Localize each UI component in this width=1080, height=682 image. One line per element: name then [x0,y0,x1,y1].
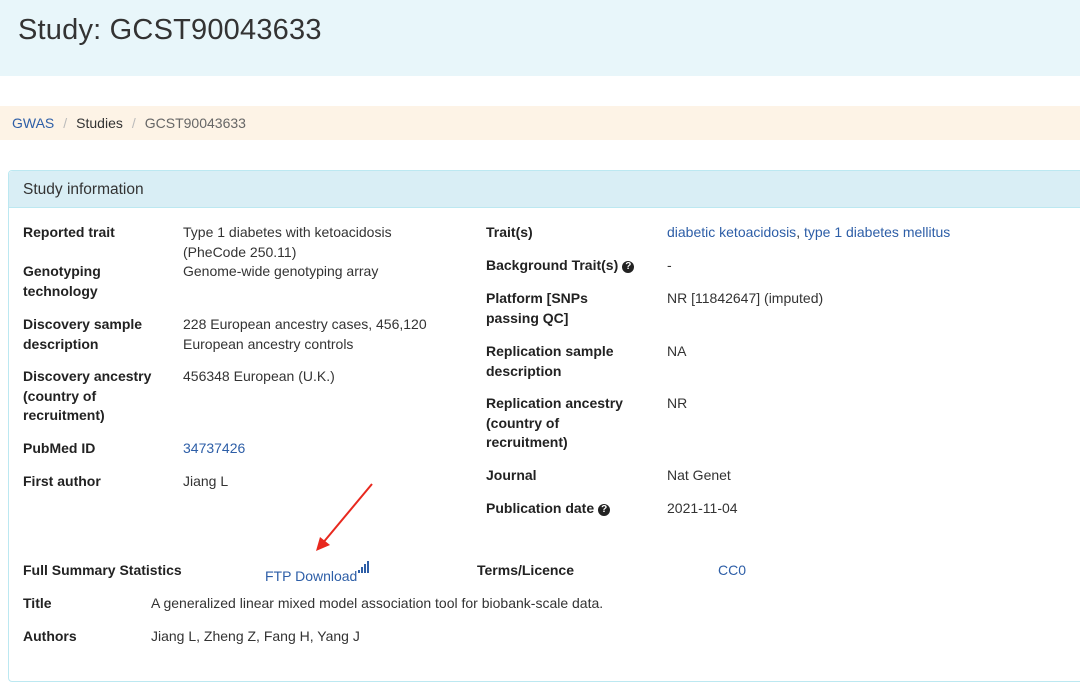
journal-value: Nat Genet [667,467,731,483]
question-circle-icon[interactable]: ? [622,261,635,273]
page-header: Study: GCST90043633 [0,0,1080,76]
genotyping-label-line2: technology [23,282,98,299]
breadcrumb-current: GCST90043633 [144,115,246,131]
breadcrumb-separator: / [63,115,68,131]
discovery-ancestry-label-line3: recruitment) [23,407,105,423]
reported-trait-value-line1: Type 1 diabetes with ketoacidosis [183,224,392,240]
traits-label: Trait(s) [486,224,533,240]
discovery-ancestry-value: 456348 European (U.K.) [183,368,335,384]
page-title: Study: GCST90043633 [18,14,322,46]
replication-sample-label: Replication sample description [486,342,614,381]
platform-label-line1: Platform [SNPs [486,290,588,306]
genotyping-label-line1: Genotyping [23,263,101,279]
replication-sample-label-line1: Replication sample [486,343,614,359]
background-traits-value: - [667,257,672,273]
signal-bars-icon [358,561,370,573]
title-value: A generalized linear mixed model associa… [151,595,604,611]
discovery-ancestry-label-line2: (country of [23,387,97,404]
platform-value: NR [11842647] (imputed) [667,290,824,306]
replication-ancestry-label-line2: (country of [486,414,560,431]
ftp-download-link[interactable]: FTP Download [265,568,357,584]
discovery-sample-value-line1: 228 European ancestry cases, 456,120 [183,316,427,332]
reported-trait-value: Type 1 diabetes with ketoacidosis (PheCo… [183,223,392,262]
discovery-sample-label: Discovery sample description [23,315,142,354]
platform-label: Platform [SNPs passing QC] [486,289,588,328]
journal-label: Journal [486,467,537,483]
background-traits-label: Background Trait(s)? [486,256,635,276]
discovery-sample-value: 228 European ancestry cases, 456,120 Eur… [183,315,427,354]
reported-trait-value-line2: (PheCode 250.11) [183,243,297,260]
title-label: Title [23,595,52,611]
study-information-panel: Study information Reported trait Type 1 … [8,170,1080,682]
ftp-download-container: FTP Download [265,561,370,587]
replication-ancestry-label: Replication ancestry (country of recruit… [486,394,623,453]
breadcrumb-gwas-link[interactable]: GWAS [12,106,54,140]
replication-sample-value: NA [667,343,687,359]
replication-ancestry-label-line1: Replication ancestry [486,395,623,411]
genotyping-technology-label: Genotyping technology [23,262,101,301]
reported-trait-label: Reported trait [23,224,115,240]
background-traits-label-text: Background Trait(s) [486,257,619,273]
authors-value: Jiang L, Zheng Z, Fang H, Yang J [151,628,360,644]
discovery-ancestry-label-line1: Discovery ancestry [23,368,152,384]
discovery-ancestry-label: Discovery ancestry (country of recruitme… [23,367,151,426]
breadcrumb-separator: / [131,115,136,131]
breadcrumb-studies-link[interactable]: Studies [76,106,123,140]
discovery-sample-value-line2: European ancestry controls [183,335,354,352]
terms-licence-label: Terms/Licence [477,562,575,578]
question-circle-icon[interactable]: ? [598,504,611,516]
trait-link-diabetic-ketoacidosis[interactable]: diabetic ketoacidosis [667,224,796,240]
publication-date-label-text: Publication date [486,500,595,516]
red-arrow-annotation [316,483,373,551]
replication-ancestry-value: NR [667,395,688,411]
discovery-sample-label-line1: Discovery sample [23,316,143,332]
breadcrumb: GWAS / Studies / GCST90043633 [0,106,1080,140]
genotyping-technology-value: Genome-wide genotyping array [183,263,379,279]
first-author-label: First author [23,473,101,489]
trait-separator: , [796,224,801,240]
publication-date-label: Publication date? [486,499,611,519]
platform-label-line2: passing QC] [486,309,569,326]
traits-value: diabetic ketoacidosis, type 1 diabetes m… [667,223,950,243]
replication-sample-label-line2: description [486,362,562,379]
panel-heading: Study information [9,171,1080,208]
publication-date-value: 2021-11-04 [667,500,738,516]
trait-link-type-1-diabetes[interactable]: type 1 diabetes mellitus [804,224,950,240]
pubmed-id-link[interactable]: 34737426 [183,439,245,459]
first-author-value: Jiang L [183,473,229,489]
authors-label: Authors [23,628,77,644]
pubmed-id-label: PubMed ID [23,440,96,456]
panel-heading-title: Study information [23,181,144,198]
discovery-sample-label-line2: description [23,335,99,352]
terms-licence-link[interactable]: CC0 [718,561,746,581]
replication-ancestry-label-line3: recruitment) [486,434,568,450]
full-summary-statistics-label: Full Summary Statistics [23,562,182,578]
